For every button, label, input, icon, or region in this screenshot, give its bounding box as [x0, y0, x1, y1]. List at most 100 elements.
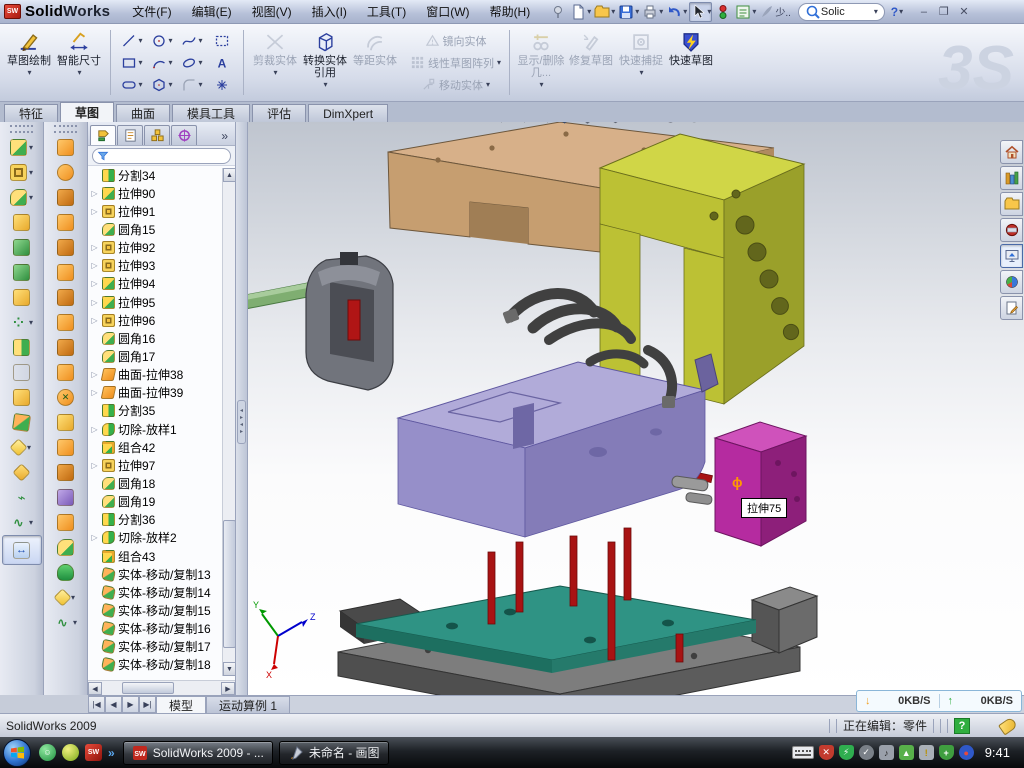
tag-icon[interactable]: [998, 716, 1018, 735]
tree-item-实体-移动/复制15[interactable]: 实体-移动/复制15: [90, 601, 235, 619]
surfaces-tool-5[interactable]: [46, 235, 86, 260]
tree-item-拉伸94[interactable]: ▷拉伸94: [90, 275, 235, 293]
expand-arrow-icon[interactable]: ▷: [90, 207, 99, 216]
tray-network-warning-icon[interactable]: !: [919, 745, 934, 760]
dropdown-arrow-icon[interactable]: ▾: [497, 58, 501, 67]
dropdown-arrow-icon[interactable]: ▾: [138, 36, 142, 45]
pane-tabs-overflow-button[interactable]: »: [216, 129, 233, 145]
quicklaunch-messenger-icon[interactable]: ☺: [39, 744, 56, 761]
sketch-text-button[interactable]: A: [207, 52, 237, 74]
toolbar-grip[interactable]: [10, 125, 33, 133]
features-tool-2[interactable]: ▾: [2, 160, 42, 185]
new-document-button[interactable]: ▾: [569, 2, 592, 22]
search-box[interactable]: ▾: [798, 3, 885, 21]
tree-item-实体-移动/复制13[interactable]: 实体-移动/复制13: [90, 565, 235, 583]
expand-arrow-icon[interactable]: ▷: [90, 279, 99, 288]
minimize-button[interactable]: –: [915, 4, 933, 20]
dropdown-arrow-icon[interactable]: ▾: [77, 68, 81, 77]
tab-nav-4-button[interactable]: ▶|: [139, 696, 156, 713]
sketch-button[interactable]: 草图绘制▾: [4, 27, 54, 99]
tray-defender-icon[interactable]: +: [939, 745, 954, 760]
scroll-down-button[interactable]: ▼: [223, 662, 236, 676]
tree-horizontal-scrollbar[interactable]: ◀ ▶: [88, 680, 235, 695]
tab-nav-2-button[interactable]: ◀: [105, 696, 122, 713]
features-tool-17[interactable]: ↔: [2, 535, 42, 565]
dropdown-arrow-icon[interactable]: ▾: [27, 443, 31, 452]
search-input[interactable]: [821, 6, 873, 18]
tree-item-曲面-拉伸38[interactable]: ▷曲面-拉伸38: [90, 366, 235, 384]
tray-security-icon[interactable]: ⚡: [839, 745, 854, 760]
tree-item-实体-移动/复制17[interactable]: 实体-移动/复制17: [90, 638, 235, 656]
tray-audio-icon[interactable]: ♪: [879, 745, 894, 760]
tree-item-组合42[interactable]: 组合42: [90, 438, 235, 456]
surfaces-tool-16[interactable]: [46, 510, 86, 535]
scroll-thumb[interactable]: [122, 682, 174, 694]
tree-item-拉伸96[interactable]: ▷拉伸96: [90, 311, 235, 329]
features-tool-4[interactable]: [2, 210, 42, 235]
menu-6[interactable]: 窗口(W): [416, 0, 479, 24]
tree-item-分割36[interactable]: 分割36: [90, 511, 235, 529]
toolbar-grip[interactable]: [54, 125, 77, 133]
expand-arrow-icon[interactable]: ▷: [90, 388, 99, 397]
tray-patch-icon[interactable]: ✓: [859, 745, 874, 760]
scroll-right-button[interactable]: ▶: [221, 682, 235, 695]
tree-item-拉伸90[interactable]: ▷拉伸90: [90, 184, 235, 202]
menu-5[interactable]: 工具(T): [357, 0, 416, 24]
arc-button[interactable]: ▾: [147, 52, 177, 74]
menu-7[interactable]: 帮助(H): [480, 0, 541, 24]
dropdown-arrow-icon[interactable]: ▾: [486, 80, 490, 89]
dropdown-arrow-icon[interactable]: ▾: [198, 36, 202, 45]
expand-arrow-icon[interactable]: ▷: [90, 261, 99, 270]
dropdown-arrow-icon[interactable]: ▾: [640, 68, 644, 77]
menu-2[interactable]: 编辑(E): [182, 0, 242, 24]
tree-item-圆角18[interactable]: 圆角18: [90, 474, 235, 492]
convert-button[interactable]: 转换实体引用▾: [300, 27, 350, 99]
surfaces-tool-9[interactable]: [46, 335, 86, 360]
surfaces-tool-11[interactable]: ✕: [46, 385, 86, 410]
polygon-button[interactable]: ▾: [147, 74, 177, 96]
dropdown-arrow-icon[interactable]: ▾: [683, 7, 687, 16]
dropdown-arrow-icon[interactable]: ▾: [73, 618, 77, 627]
rapid-button[interactable]: 快速草图: [666, 27, 716, 99]
expand-arrow-icon[interactable]: ▷: [90, 243, 99, 252]
dropdown-arrow-icon[interactable]: ▾: [168, 36, 172, 45]
splitter-handle[interactable]: ◂▸◂▸: [237, 400, 246, 444]
surfaces-tool-20[interactable]: ∿▾: [46, 610, 86, 635]
dropdown-arrow-icon[interactable]: ▾: [323, 80, 327, 89]
tray-tool-icon[interactable]: ▲: [899, 745, 914, 760]
tree-item-实体-移动/复制18[interactable]: 实体-移动/复制18: [90, 656, 235, 674]
help-button[interactable]: ?▾: [887, 2, 907, 22]
dropdown-arrow-icon[interactable]: ▾: [611, 7, 615, 16]
taskbar-button-未命名 - 画图[interactable]: 未命名 - 画图: [279, 741, 389, 765]
ink-markup-button[interactable]: 少..: [758, 2, 792, 22]
slot-button[interactable]: ▾: [117, 74, 147, 96]
close-button[interactable]: ✕: [955, 4, 973, 20]
solidworks-content-tab[interactable]: [1000, 218, 1023, 242]
tab-特征[interactable]: 特征: [4, 104, 58, 122]
quick-tips-button[interactable]: ?: [954, 718, 970, 734]
restore-button[interactable]: ❐: [935, 4, 953, 20]
dimxpertmanager-tab[interactable]: [171, 125, 197, 145]
surfaces-tool-18[interactable]: [46, 560, 86, 585]
surfaces-tool-8[interactable]: [46, 310, 86, 335]
menu-4[interactable]: 插入(I): [302, 0, 357, 24]
taskbar-button-SolidWorks 2009 - ...[interactable]: SWSolidWorks 2009 - ...: [123, 741, 273, 765]
surfaces-tool-2[interactable]: [46, 160, 86, 185]
expand-arrow-icon[interactable]: ▷: [90, 425, 99, 434]
search-dropdown-icon[interactable]: ▾: [874, 7, 878, 16]
menu-3[interactable]: 视图(V): [242, 0, 302, 24]
surfaces-tool-14[interactable]: [46, 460, 86, 485]
bottom-tab-模型[interactable]: 模型: [156, 696, 206, 713]
dropdown-arrow-icon[interactable]: ▾: [540, 80, 544, 89]
tree-item-拉伸95[interactable]: ▷拉伸95: [90, 293, 235, 311]
panel-splitter[interactable]: ◂▸◂▸: [236, 122, 248, 695]
features-tool-6[interactable]: [2, 260, 42, 285]
tray-antivirus-icon[interactable]: ✕: [819, 745, 834, 760]
ellipse-button[interactable]: ▾: [177, 52, 207, 74]
expand-arrow-icon[interactable]: ▷: [90, 298, 99, 307]
tab-草图[interactable]: 草图: [60, 102, 114, 122]
tree-item-分割34[interactable]: 分割34: [90, 166, 235, 184]
tree-item-实体-移动/复制14[interactable]: 实体-移动/复制14: [90, 583, 235, 601]
smartdim-button[interactable]: 智能尺寸▾: [54, 27, 104, 99]
print-button[interactable]: ▾: [641, 2, 664, 22]
